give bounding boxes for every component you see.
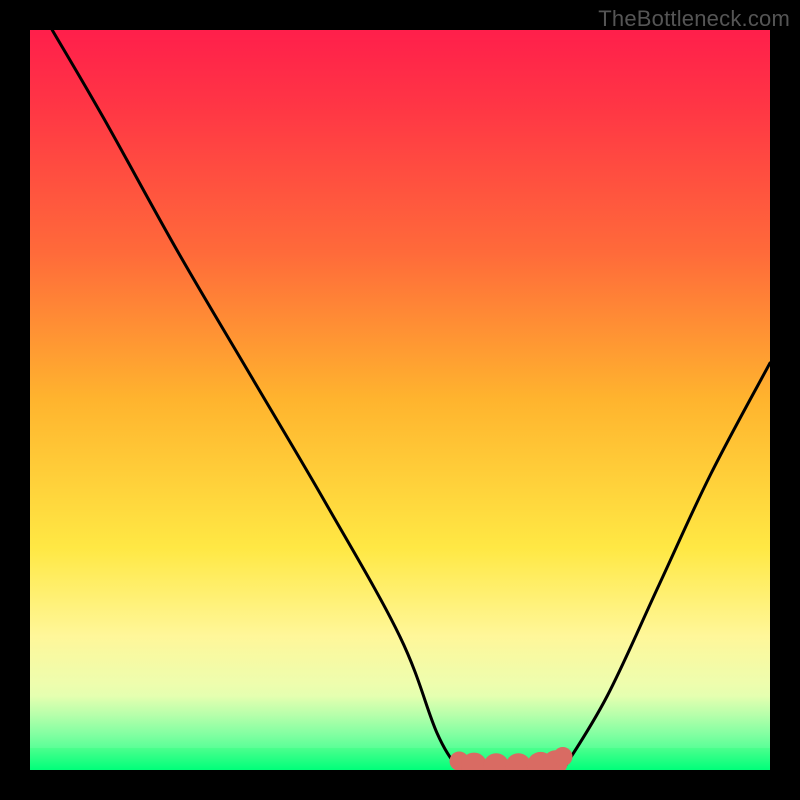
plot-area <box>30 30 770 770</box>
bottleneck-curves <box>52 30 770 770</box>
attribution-text: TheBottleneck.com <box>598 6 790 32</box>
marker-dot <box>483 753 509 770</box>
marker-dot <box>553 747 572 766</box>
curve-right <box>563 363 770 770</box>
chart-frame: TheBottleneck.com <box>0 0 800 800</box>
curve-layer <box>30 30 770 770</box>
curve-left <box>52 30 459 770</box>
optimal-markers <box>450 747 573 770</box>
